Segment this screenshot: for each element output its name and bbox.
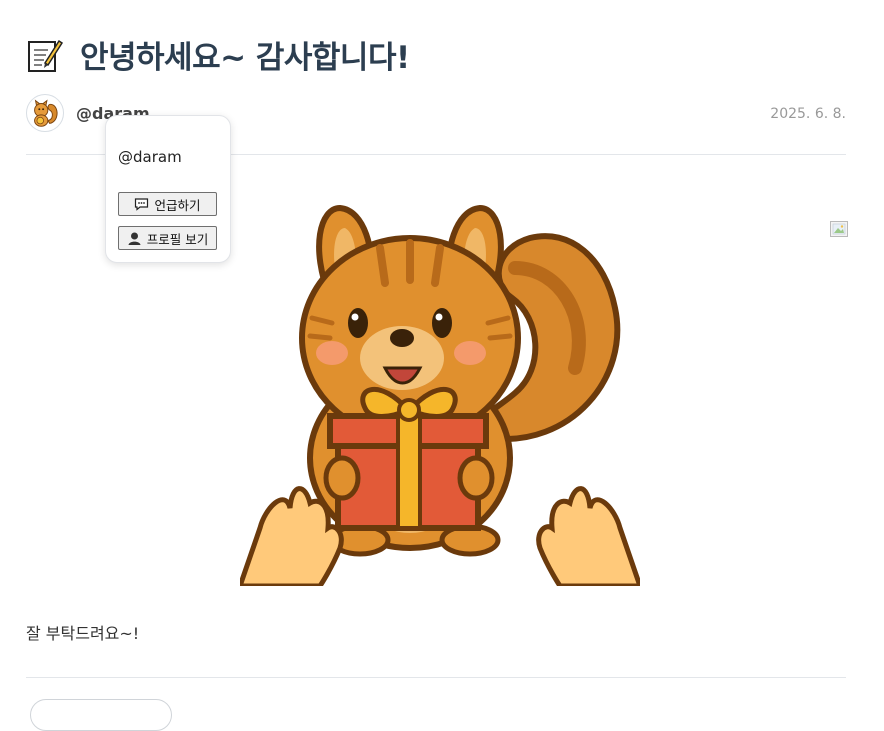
mention-label: 언급하기 [154, 197, 201, 213]
post-body: 잘 부탁드려요~! [26, 624, 140, 643]
divider [26, 677, 846, 678]
squirrel-avatar-icon [34, 99, 58, 127]
reaction-button[interactable] [30, 699, 172, 731]
user-popup: @daram 언급하기 프로필 보기 [105, 115, 231, 263]
popup-username: @daram [118, 148, 182, 166]
post-date: 2025. 6. 8. [770, 106, 846, 122]
memo-icon [28, 39, 64, 72]
view-profile-button[interactable]: 프로필 보기 [118, 226, 217, 250]
broken-image-icon [830, 221, 848, 237]
post-title-row: 안녕하세요~ 감사합니다! [26, 32, 410, 77]
squirrel-gift-illustration [240, 204, 640, 586]
view-profile-label: 프로필 보기 [146, 231, 209, 247]
page-title: 안녕하세요~ 감사합니다! [80, 40, 410, 76]
speech-bubble-icon [135, 198, 149, 211]
person-silhouette-icon [128, 232, 141, 245]
mention-button[interactable]: 언급하기 [118, 192, 217, 216]
avatar[interactable] [26, 94, 64, 132]
